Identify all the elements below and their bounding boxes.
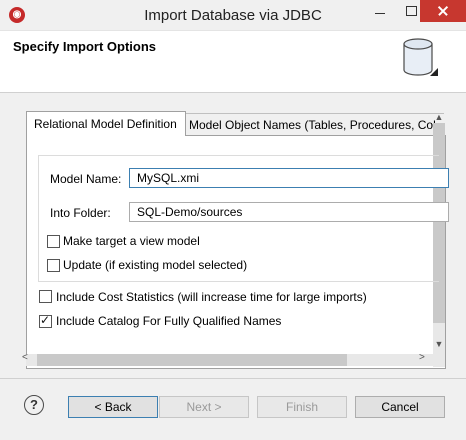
tab-relational-model-definition[interactable]: Relational Model Definition bbox=[26, 111, 186, 136]
database-icon bbox=[403, 38, 438, 76]
scroll-right-icon[interactable]: > bbox=[419, 352, 429, 366]
include-cost-statistics-checkbox[interactable] bbox=[39, 290, 52, 303]
minimize-button[interactable] bbox=[366, 0, 396, 22]
close-button[interactable] bbox=[420, 0, 466, 22]
tab-model-object-names[interactable]: Model Object Names (Tables, Procedures, … bbox=[184, 113, 444, 136]
make-view-model-checkbox[interactable] bbox=[47, 235, 60, 248]
scroll-up-icon[interactable]: ▲ bbox=[433, 112, 445, 122]
update-existing-label[interactable]: Update (if existing model selected) bbox=[63, 258, 247, 272]
wizard-header: Specify Import Options bbox=[0, 31, 466, 93]
into-folder-field[interactable]: SQL-Demo/sources bbox=[129, 202, 449, 222]
next-button[interactable]: Next > bbox=[159, 396, 249, 418]
tab-label: Model Object Names (Tables, Procedures, … bbox=[189, 118, 436, 132]
include-catalog-label[interactable]: Include Catalog For Fully Qualified Name… bbox=[56, 314, 281, 328]
scroll-down-icon[interactable]: ▼ bbox=[433, 339, 445, 349]
footer-separator bbox=[0, 378, 466, 379]
include-cost-statistics-label[interactable]: Include Cost Statistics (will increase t… bbox=[56, 290, 367, 304]
include-catalog-checkbox[interactable] bbox=[39, 313, 52, 328]
page-title: Specify Import Options bbox=[13, 39, 157, 54]
cancel-button[interactable]: Cancel bbox=[355, 396, 445, 418]
finish-button[interactable]: Finish bbox=[257, 396, 347, 418]
horizontal-scrollbar-thumb[interactable] bbox=[37, 354, 347, 366]
help-icon[interactable]: ? bbox=[24, 395, 44, 415]
into-folder-label: Into Folder: bbox=[50, 206, 111, 220]
back-button[interactable]: < Back bbox=[68, 396, 158, 418]
model-name-label: Model Name: bbox=[50, 172, 122, 186]
model-name-field[interactable]: MySQL.xmi bbox=[129, 168, 449, 188]
tab-label: Relational Model Definition bbox=[34, 117, 177, 131]
make-view-model-label[interactable]: Make target a view model bbox=[63, 234, 200, 248]
scroll-left-icon[interactable]: < bbox=[22, 352, 32, 366]
update-existing-checkbox[interactable] bbox=[47, 259, 60, 272]
